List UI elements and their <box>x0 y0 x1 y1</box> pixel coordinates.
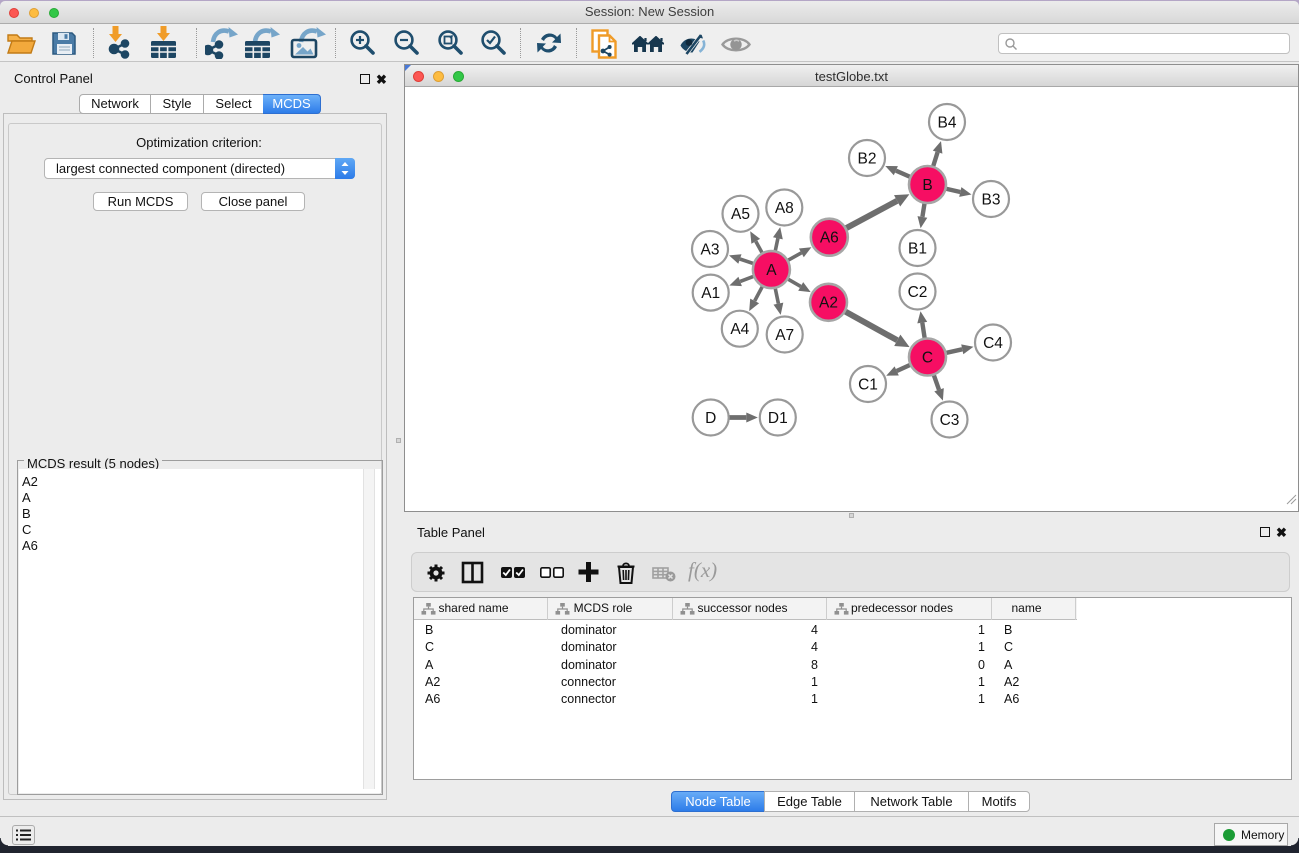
svg-text:A5: A5 <box>731 206 750 223</box>
svg-text:B: B <box>922 177 932 194</box>
svg-text:B2: B2 <box>858 150 877 167</box>
svg-text:B4: B4 <box>938 114 957 131</box>
svg-text:C1: C1 <box>858 376 878 393</box>
svg-text:A6: A6 <box>820 230 839 247</box>
svg-text:A4: A4 <box>730 321 749 338</box>
svg-text:C: C <box>922 349 933 366</box>
svg-text:A3: A3 <box>701 241 720 258</box>
svg-text:B1: B1 <box>908 240 927 257</box>
svg-text:D1: D1 <box>768 410 788 427</box>
svg-text:A1: A1 <box>701 285 720 302</box>
svg-text:C3: C3 <box>940 412 960 429</box>
svg-text:A: A <box>766 262 777 279</box>
svg-text:C2: C2 <box>908 284 928 301</box>
svg-text:A7: A7 <box>775 327 794 344</box>
svg-text:A2: A2 <box>819 295 838 312</box>
svg-text:B3: B3 <box>982 191 1001 208</box>
svg-text:D: D <box>705 410 716 427</box>
svg-text:C4: C4 <box>983 335 1003 352</box>
svg-text:A8: A8 <box>775 200 794 217</box>
